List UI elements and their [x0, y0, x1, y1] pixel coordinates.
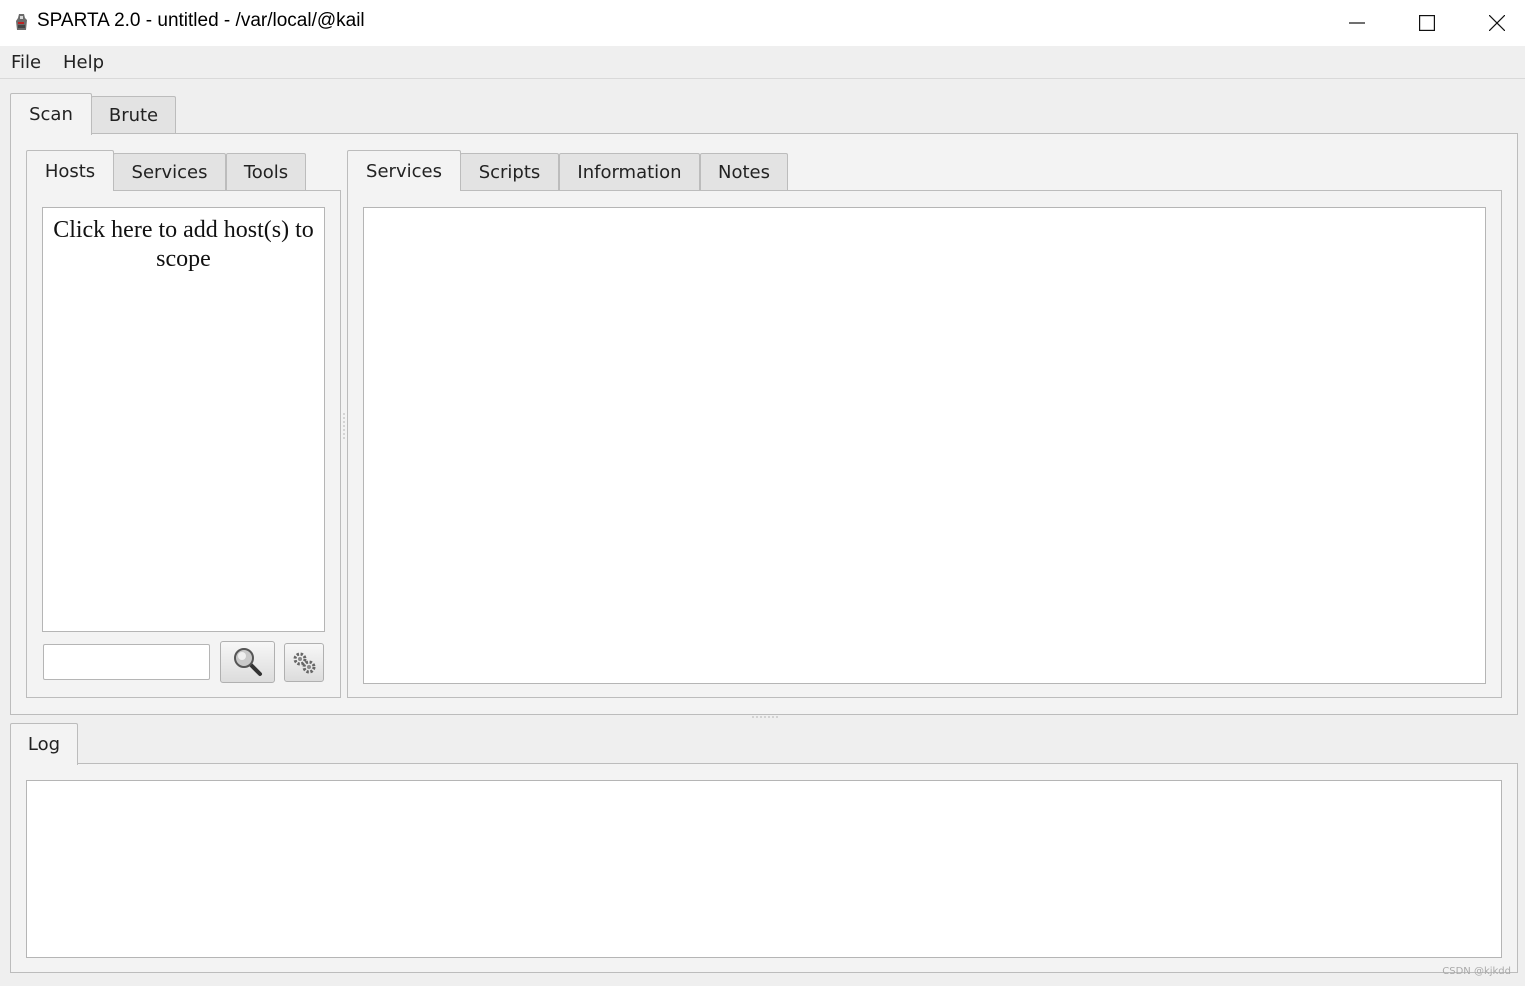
sparta-app-icon	[16, 14, 27, 30]
title-bar: SPARTA 2.0 - untitled - /var/local/@kail	[0, 0, 1525, 46]
tab-log[interactable]: Log	[10, 723, 78, 765]
window-title: SPARTA 2.0 - untitled - /var/local/@kail	[37, 10, 365, 31]
tab-brute[interactable]: Brute	[91, 96, 176, 134]
gears-icon	[293, 652, 316, 673]
add-hosts-hint[interactable]: Click here to add host(s) to scope	[43, 216, 324, 274]
log-output[interactable]	[26, 780, 1502, 958]
tab-notes[interactable]: Notes	[700, 153, 788, 191]
menu-file[interactable]: File	[11, 52, 41, 73]
settings-button[interactable]	[284, 643, 324, 682]
tab-hosts[interactable]: Hosts	[26, 150, 114, 191]
tab-services-left[interactable]: Services	[113, 153, 226, 191]
watermark: CSDN @kjkdd	[1442, 966, 1511, 977]
maximize-icon	[1419, 15, 1435, 31]
tab-scan[interactable]: Scan	[10, 93, 92, 135]
search-button[interactable]	[220, 641, 275, 683]
horizontal-splitter-handle[interactable]	[750, 714, 780, 720]
menu-help[interactable]: Help	[63, 52, 104, 73]
close-button[interactable]	[1462, 0, 1525, 46]
magnifier-icon	[233, 648, 262, 676]
tab-information[interactable]: Information	[559, 153, 700, 191]
services-table[interactable]	[363, 207, 1486, 684]
tab-tools[interactable]: Tools	[226, 153, 306, 191]
minimize-button[interactable]	[1322, 0, 1392, 46]
host-filter-input[interactable]	[43, 644, 210, 680]
maximize-button[interactable]	[1392, 0, 1462, 46]
hosts-list[interactable]: Click here to add host(s) to scope	[42, 207, 325, 632]
minimize-icon	[1349, 22, 1365, 24]
tab-scripts[interactable]: Scripts	[460, 153, 559, 191]
menu-bar: File Help	[0, 46, 1525, 79]
close-icon	[1489, 15, 1505, 31]
tab-services-right[interactable]: Services	[347, 150, 461, 191]
